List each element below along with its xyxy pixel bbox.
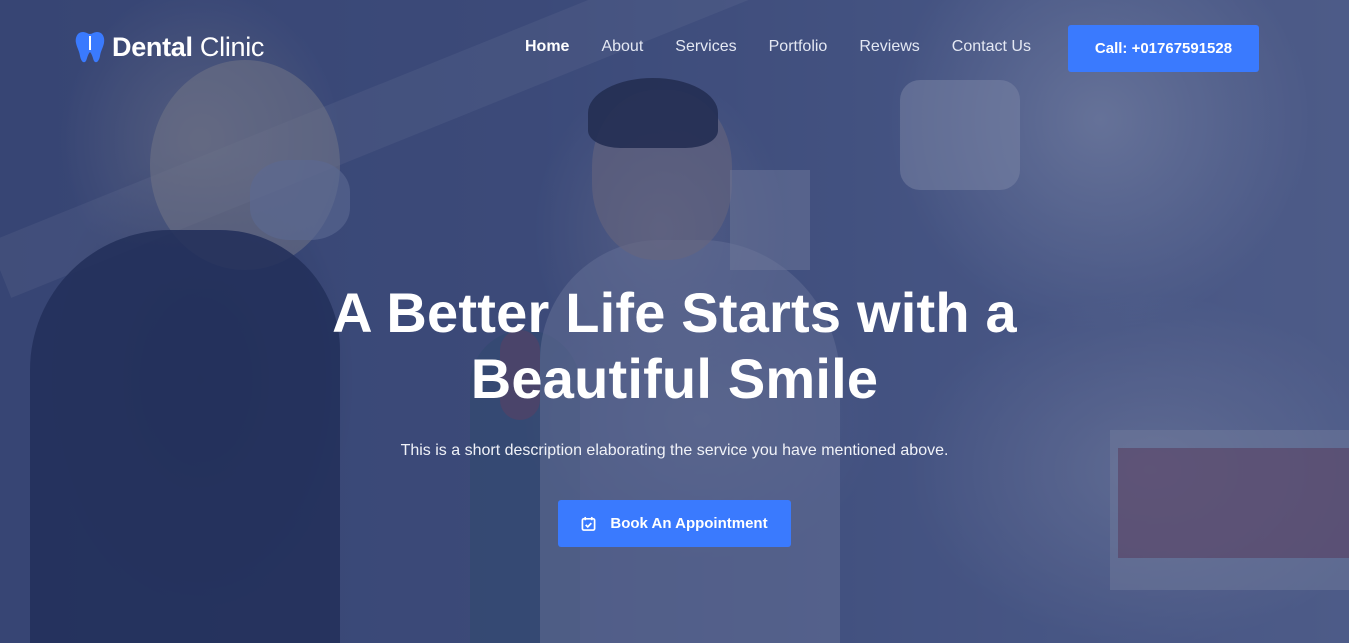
site-header: Dental Clinic Home About Services Portfo… bbox=[0, 0, 1349, 96]
brand-logo[interactable]: Dental Clinic bbox=[74, 30, 264, 64]
nav-item-portfolio[interactable]: Portfolio bbox=[769, 38, 828, 56]
nav-item-reviews[interactable]: Reviews bbox=[859, 38, 919, 56]
hero-section: A Better Life Starts with a Beautiful Sm… bbox=[0, 280, 1349, 460]
nav-item-about[interactable]: About bbox=[601, 38, 643, 56]
call-button[interactable]: Call: +01767591528 bbox=[1068, 25, 1259, 72]
hero-description: This is a short description elaborating … bbox=[400, 442, 949, 459]
brand-name-light: Clinic bbox=[199, 31, 265, 62]
tooth-icon bbox=[75, 32, 105, 63]
book-appointment-label: Book An Appointment bbox=[610, 515, 768, 532]
nav-item-contact-us[interactable]: Contact Us bbox=[952, 38, 1031, 56]
book-appointment-button[interactable]: Book An Appointment bbox=[558, 500, 791, 547]
brand-name-bold: Dental bbox=[112, 31, 193, 62]
calendar-check-icon bbox=[581, 516, 596, 531]
nav-item-home[interactable]: Home bbox=[525, 38, 569, 56]
hero-title: A Better Life Starts with a Beautiful Sm… bbox=[332, 281, 1017, 410]
nav-item-services[interactable]: Services bbox=[675, 38, 736, 56]
main-nav: Home About Services Portfolio Reviews Co… bbox=[525, 38, 1063, 56]
